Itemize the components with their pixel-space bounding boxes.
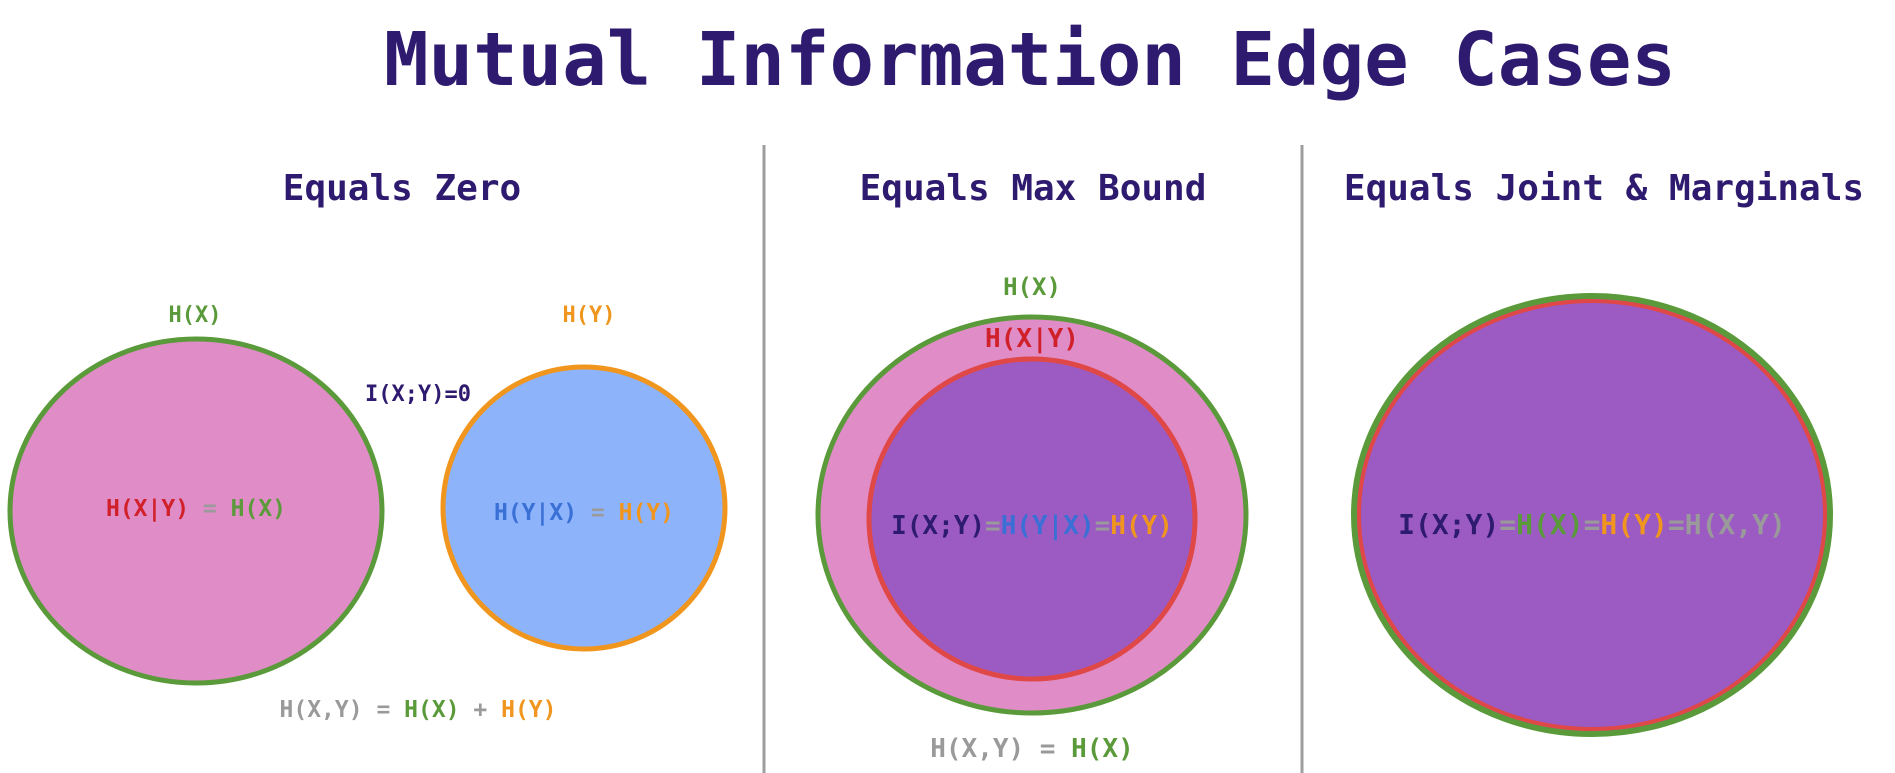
- joint-entropy-equation-zero: H(X,Y) = H(X) + H(Y): [280, 697, 557, 723]
- panel-equals-joint-marginals: Equals Joint & Marginals I(X;Y)=H(X)=H(Y…: [1344, 168, 1864, 737]
- eq-op: =: [1499, 508, 1516, 541]
- eq-term: H(Y|X): [494, 500, 577, 526]
- eq-term: H(X,Y): [280, 697, 363, 723]
- eq-term: H(Y): [619, 500, 674, 526]
- eq-term: H(Y): [1110, 511, 1173, 541]
- eq-term: H(X): [404, 697, 459, 723]
- eq-term: H(X): [1071, 734, 1134, 764]
- eq-op: =: [1024, 734, 1071, 764]
- eq-op: +: [460, 697, 502, 723]
- left-conditional-equation: H(X|Y) = H(X): [106, 496, 286, 522]
- max-bound-center-equation: I(X;Y)=H(Y|X)=H(Y): [891, 511, 1173, 541]
- eq-op: =: [189, 496, 231, 522]
- page-title: Mutual Information Edge Cases: [384, 17, 1676, 103]
- eq-term: I(X;Y): [1398, 508, 1499, 541]
- eq-op: =: [1095, 511, 1111, 541]
- joint-center-equation: I(X;Y)=H(X)=H(Y)=H(X,Y): [1398, 508, 1786, 541]
- panel-heading-zero: Equals Zero: [283, 168, 521, 209]
- joint-entropy-equation-max: H(X,Y) = H(X): [930, 734, 1134, 764]
- hy-label: H(Y): [563, 303, 616, 328]
- hx-given-y-label: H(X|Y): [985, 324, 1079, 354]
- mutual-info-zero-label: I(X;Y)=0: [365, 382, 471, 407]
- eq-op: =: [577, 500, 619, 526]
- eq-op: =: [985, 511, 1001, 541]
- eq-term: H(Y): [1600, 508, 1667, 541]
- hx-label: H(X): [169, 303, 222, 328]
- panel-heading-joint: Equals Joint & Marginals: [1344, 168, 1864, 209]
- eq-term: I(X;Y): [891, 511, 985, 541]
- eq-term: H(X,Y): [1685, 508, 1786, 541]
- panel-equals-zero: Equals Zero H(X) H(Y) I(X;Y)=0 H(X|Y) = …: [7, 168, 728, 723]
- eq-op: =: [363, 697, 405, 723]
- eq-term: H(X|Y): [106, 496, 189, 522]
- hx-label: H(X): [1003, 273, 1061, 301]
- eq-term: H(X,Y): [930, 734, 1024, 764]
- eq-term: H(X): [231, 496, 286, 522]
- eq-term: H(X): [1516, 508, 1583, 541]
- panel-heading-max: Equals Max Bound: [860, 168, 1207, 209]
- eq-term: H(Y): [501, 697, 556, 723]
- right-conditional-equation: H(Y|X) = H(Y): [494, 500, 674, 526]
- panel-equals-max-bound: Equals Max Bound H(X) H(X|Y) I(X;Y)=H(Y|…: [815, 168, 1249, 764]
- eq-op: =: [1668, 508, 1685, 541]
- eq-op: =: [1584, 508, 1601, 541]
- diagram-canvas: Mutual Information Edge Cases Equals Zer…: [7, 17, 1864, 773]
- eq-term: H(Y|X): [1001, 511, 1095, 541]
